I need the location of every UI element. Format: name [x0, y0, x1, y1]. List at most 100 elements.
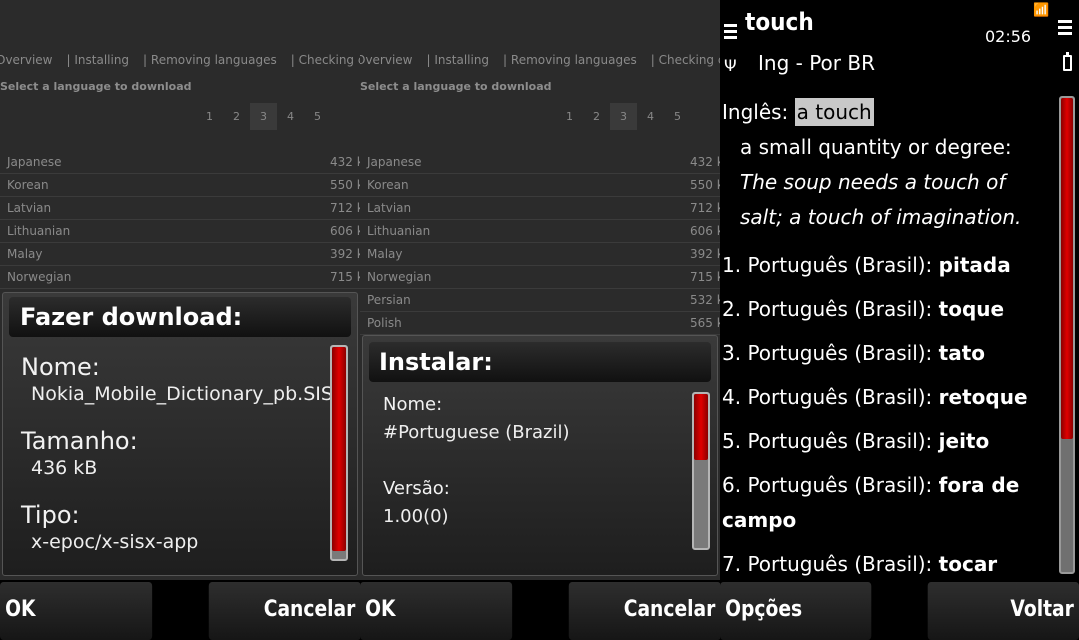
name-label: Nome: [21, 353, 100, 381]
language-row[interactable]: Lithuanian 606 kB [360, 220, 720, 243]
type-label: Tipo: [21, 501, 80, 529]
language-list: Japanese432 kBKorean550 kBLatvian712 kBL… [0, 151, 360, 289]
download-dialog: Fazer download: Nome: Nokia_Mobile_Dicti… [2, 292, 358, 576]
version-label: Versão: [383, 478, 450, 499]
softkey-bar: OK Cancelar [0, 580, 360, 640]
dialog-title: Instalar: [369, 342, 711, 382]
translation-term: retoque [938, 385, 1028, 409]
language-name: Latvian [367, 201, 412, 215]
pagination: 1 2 3 4 5 [196, 103, 331, 130]
select-prompt: Select a language to download [0, 80, 192, 93]
scrollbar-thumb[interactable] [1061, 98, 1073, 440]
pagination: 1 2 3 4 5 [556, 103, 691, 130]
tab-checking: Checking conversions [658, 53, 720, 67]
translation-term: toque [938, 297, 1005, 321]
language-size: 712 kB [330, 201, 360, 215]
size-value: 436 kB [31, 457, 98, 479]
dialog-scrollbar[interactable] [330, 345, 348, 561]
content-scrollbar[interactable] [1059, 96, 1075, 574]
entry-heading: Inglês: a touch [722, 94, 874, 130]
language-size: 392 kB [690, 247, 720, 261]
bg-tabs: Overview | Installing | Removing languages… [0, 53, 360, 67]
dictionary-screen: touch Ψ Ing - Por BR 02:56 📶 Inglês: a t… [720, 0, 1079, 640]
translation-item[interactable]: 5. Português (Brasil): jeito [722, 424, 1042, 459]
softkey-bar: OK Cancelar [360, 580, 720, 640]
type-value: x-epoc/x-sisx-app [31, 531, 199, 553]
tab-installing: Installing [74, 53, 130, 67]
page-4: 4 [287, 110, 294, 123]
translation-term: tato [938, 341, 986, 365]
ok-button[interactable]: OK [360, 582, 512, 640]
language-row[interactable]: Korean 550 kB [0, 174, 360, 197]
language-row[interactable]: Malay 392 kB [0, 243, 360, 266]
translation-item[interactable]: 7. Português (Brasil): tocar [722, 547, 1042, 582]
language-row[interactable]: Latvian 712 kB [0, 197, 360, 220]
translation-item[interactable]: 3. Português (Brasil): tato [722, 336, 1042, 371]
page-1: 1 [566, 110, 573, 123]
softkey-bar: Opções Voltar [720, 580, 1079, 640]
dialog-title: Fazer download: [9, 297, 351, 337]
language-size: 715 kB [690, 270, 720, 284]
language-row[interactable]: Norwegian 715 kB [360, 266, 720, 289]
cancel-button[interactable]: Cancelar [568, 582, 720, 640]
bg-tabs: Overview | Installing | Removing languages… [360, 53, 720, 67]
translation-prefix: 6. Português (Brasil): [722, 473, 933, 497]
page-3: 3 [610, 103, 637, 130]
language-row[interactable]: Japanese 432 kB [360, 151, 720, 174]
language-name: Malay [7, 247, 43, 261]
definition-text: a small quantity or degree: [740, 135, 1012, 159]
tab-checking: Checking conversions [298, 53, 360, 67]
download-screen: Overview | Installing | Removing languages… [0, 0, 360, 640]
source-label: Inglês: [722, 100, 789, 124]
language-name: Korean [7, 178, 49, 192]
tab-overview: Overview [360, 53, 413, 67]
translation-item[interactable]: 6. Português (Brasil): fora de campo [722, 468, 1042, 538]
translation-item[interactable]: 4. Português (Brasil): retoque [722, 380, 1042, 415]
language-row[interactable]: Korean 550 kB [360, 174, 720, 197]
language-name: Malay [367, 247, 403, 261]
dialog-scrollbar[interactable] [692, 392, 710, 550]
language-name: Lithuanian [7, 224, 71, 238]
language-name: Korean [367, 178, 409, 192]
language-size: 715 kB [330, 270, 360, 284]
clock: 02:56 [985, 27, 1032, 46]
language-row[interactable]: Malay 392 kB [360, 243, 720, 266]
options-button[interactable]: Opções [720, 582, 872, 640]
language-size: 550 kB [330, 178, 360, 192]
language-name: Lithuanian [367, 224, 431, 238]
translation-term: tocar [938, 552, 998, 576]
language-size: 606 kB [330, 224, 360, 238]
tab-overview: Overview [0, 53, 53, 67]
language-pair: Ing - Por BR [758, 51, 875, 75]
translation-prefix: 3. Português (Brasil): [722, 341, 933, 365]
language-size: 392 kB [330, 247, 360, 261]
language-size: 550 kB [690, 178, 720, 192]
back-button[interactable]: Voltar [927, 582, 1079, 640]
language-name: Norwegian [7, 270, 72, 284]
ok-button[interactable]: OK [0, 582, 152, 640]
size-label: Tamanho: [21, 427, 138, 455]
name-value: Nokia_Mobile_Dictionary_pb.SIS [31, 383, 333, 405]
scrollbar-thumb[interactable] [694, 394, 708, 461]
language-row[interactable]: Latvian 712 kB [360, 197, 720, 220]
page-3: 3 [250, 103, 277, 130]
tab-removing: Removing languages [510, 53, 637, 67]
signal-bars-icon [1058, 20, 1072, 38]
language-row[interactable]: Polish 565 kB [360, 312, 720, 335]
language-row[interactable]: Lithuanian 606 kB [0, 220, 360, 243]
name-label: Nome: [383, 394, 443, 415]
translation-item[interactable]: 1. Português (Brasil): pitada [722, 248, 1042, 283]
install-screen: Overview | Installing | Removing languages… [360, 0, 720, 640]
translation-item[interactable]: 2. Português (Brasil): toque [722, 292, 1042, 327]
language-name: Polish [367, 316, 402, 330]
page-1: 1 [206, 110, 213, 123]
headword[interactable]: a touch [794, 98, 874, 126]
cancel-button[interactable]: Cancelar [208, 582, 360, 640]
language-row[interactable]: Persian 532 kB [360, 289, 720, 312]
language-row[interactable]: Norwegian 715 kB [0, 266, 360, 289]
page-5: 5 [314, 110, 321, 123]
scrollbar-thumb[interactable] [332, 347, 346, 551]
menu-icon[interactable] [724, 24, 737, 42]
language-row[interactable]: Japanese 432 kB [0, 151, 360, 174]
language-name: Japanese [367, 155, 422, 169]
